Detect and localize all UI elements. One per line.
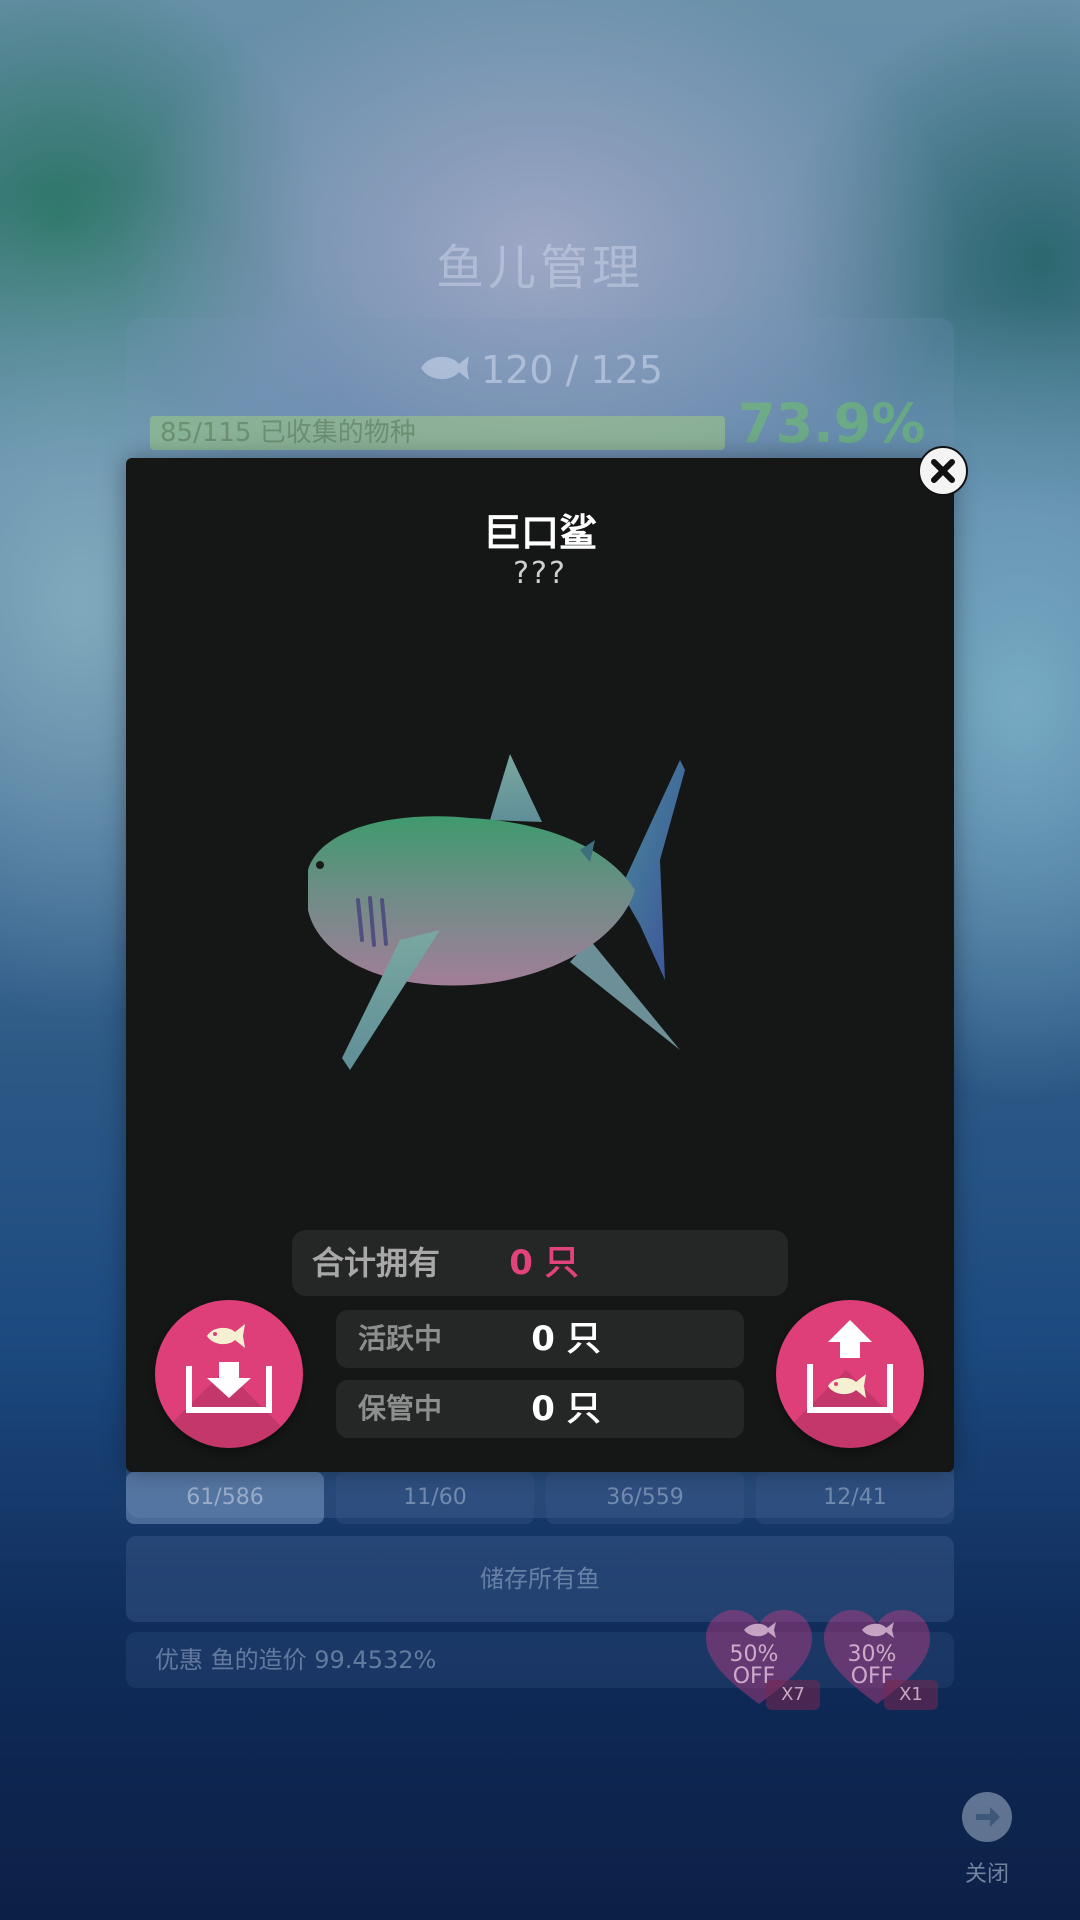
collection-percent: 73.9% [738,392,926,455]
fish-name: 巨口鲨 [482,511,597,555]
stored-label: 保管中 [358,1392,443,1425]
coupon-50-off[interactable]: 50% OFF X7 [704,1608,820,1710]
arrow-right-icon [976,1807,1000,1827]
store-fish-button[interactable] [155,1300,303,1448]
background-fish-count: 120 / 125 [0,348,1080,395]
total-owned-row: 合计拥有 0 只 [292,1230,788,1296]
coupon-30-off[interactable]: 30% OFF X1 [822,1608,938,1710]
active-label: 活跃中 [358,1322,443,1355]
fish-store-icon [186,1324,272,1413]
coupon-multiplier: X7 [766,1680,820,1710]
fish-count-text: 120 / 125 [480,348,664,392]
category-tab-3[interactable]: 36/559 [546,1472,744,1524]
active-value: 0 只 [531,1319,601,1359]
modal-close-button[interactable] [918,446,968,496]
category-tab-4[interactable]: 12/41 [756,1472,954,1524]
close-icon [931,459,955,483]
close-screen-label: 关闭 [964,1862,1009,1887]
category-tab-1[interactable]: 61/586 [126,1472,324,1524]
stored-row: 保管中 0 只 [336,1380,744,1438]
discount-text: 优惠 鱼的造价 99.4532% [155,1646,437,1674]
collection-progress-text: 85/115 已收集的物种 [160,418,416,448]
release-fish-button[interactable] [776,1300,924,1448]
category-tab-2[interactable]: 11/60 [336,1472,534,1524]
fish-release-icon [807,1320,893,1413]
stored-value: 0 只 [531,1389,601,1429]
fish-subtitle: ??? [513,556,567,591]
background-title: 鱼儿管理 [435,240,644,296]
fish-icon [417,350,471,395]
total-owned-value: 0 只 [509,1243,579,1283]
close-screen-button[interactable] [962,1792,1012,1842]
coupon-multiplier: X1 [884,1680,938,1710]
active-row: 活跃中 0 只 [336,1310,744,1368]
fish-3d-model[interactable] [290,740,710,1080]
total-owned-label: 合计拥有 [312,1244,441,1282]
category-tabs: 61/586 11/60 36/559 12/41 [126,1472,954,1524]
